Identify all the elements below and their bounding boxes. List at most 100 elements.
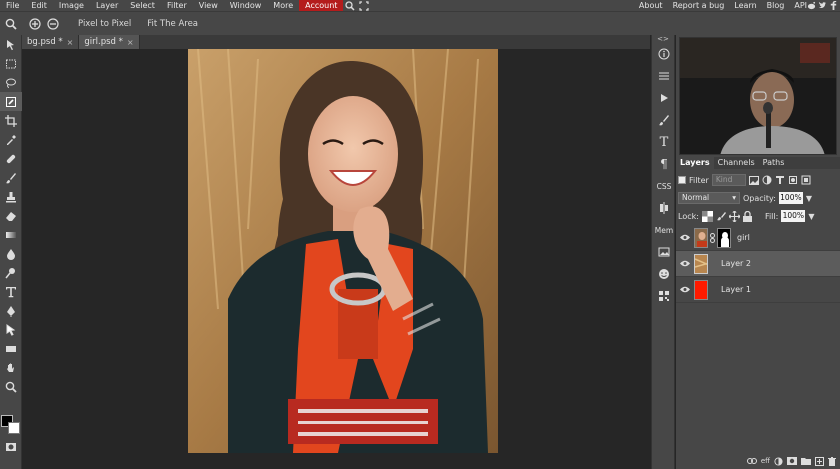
marquee-tool-icon[interactable] — [0, 54, 22, 73]
actions-play-icon[interactable] — [652, 87, 676, 109]
align-icon[interactable] — [652, 197, 676, 219]
css-panel-button[interactable]: CSS — [652, 175, 676, 197]
menu-layer[interactable]: Layer — [90, 0, 124, 11]
lock-all-icon[interactable] — [742, 210, 752, 222]
layer-row-layer-2[interactable]: Layer 2 — [676, 251, 840, 277]
collapse-toggle[interactable]: <> — [652, 35, 674, 43]
reddit-icon[interactable] — [807, 1, 816, 10]
menu-file[interactable]: File — [0, 0, 25, 11]
menu-view[interactable]: View — [193, 0, 224, 11]
type-tool-icon[interactable] — [0, 282, 22, 301]
path-select-tool-icon[interactable] — [0, 320, 22, 339]
healing-brush-tool-icon[interactable] — [0, 149, 22, 168]
layer-effects-button[interactable]: eff — [761, 457, 770, 465]
eye-icon[interactable] — [676, 286, 694, 293]
menu-window[interactable]: Window — [224, 0, 268, 11]
lock-transparency-icon[interactable] — [701, 210, 713, 222]
fill-dropdown-icon[interactable]: ▼ — [808, 212, 814, 221]
eye-icon[interactable] — [676, 260, 694, 267]
menu-blog[interactable]: Blog — [762, 0, 790, 11]
gradient-tool-icon[interactable] — [0, 225, 22, 244]
lock-position-icon[interactable] — [728, 210, 740, 222]
tab-bg-psd[interactable]: bg.psd * × — [22, 35, 80, 49]
tab-channels[interactable]: Channels — [714, 157, 759, 169]
color-swatches[interactable] — [1, 415, 21, 437]
move-tool-icon[interactable] — [0, 35, 22, 54]
filter-type-icon[interactable] — [775, 175, 785, 185]
lasso-tool-icon[interactable] — [0, 73, 22, 92]
kind-select[interactable]: Kind — [711, 174, 746, 186]
filter-shape-icon[interactable] — [788, 175, 798, 185]
menu-account[interactable]: Account — [299, 0, 344, 11]
close-icon[interactable]: × — [127, 38, 134, 47]
filter-smart-object-icon[interactable] — [801, 175, 811, 185]
memory-panel-button[interactable]: Mem — [652, 219, 676, 241]
zoom-out-icon[interactable] — [46, 17, 60, 31]
panel-icons-column: <> T ¶ CSS Mem — [651, 35, 675, 469]
image-panel-icon[interactable] — [652, 241, 676, 263]
menu-more[interactable]: More — [267, 0, 299, 11]
facebook-icon[interactable] — [829, 1, 838, 10]
close-icon[interactable]: × — [67, 38, 74, 47]
chain-link-icon[interactable] — [710, 232, 715, 243]
menu-select[interactable]: Select — [124, 0, 161, 11]
zoom-tool-icon[interactable] — [4, 17, 18, 31]
menu-learn[interactable]: Learn — [729, 0, 761, 11]
tab-paths[interactable]: Paths — [759, 157, 789, 169]
layer-mask-thumbnail[interactable] — [717, 227, 731, 248]
adjustment-layer-icon[interactable] — [774, 456, 783, 466]
eraser-tool-icon[interactable] — [0, 206, 22, 225]
fullscreen-icon[interactable] — [357, 0, 371, 11]
paragraph-icon[interactable]: ¶ — [652, 153, 676, 175]
link-layers-icon[interactable] — [746, 458, 757, 464]
menu-edit[interactable]: Edit — [25, 0, 53, 11]
tab-girl-psd[interactable]: girl.psd * × — [79, 35, 140, 49]
dodge-tool-icon[interactable] — [0, 263, 22, 282]
filter-checkbox[interactable] — [678, 176, 686, 184]
layer-row-girl[interactable]: girl — [676, 225, 840, 251]
blur-tool-icon[interactable] — [0, 244, 22, 263]
crop-tool-icon[interactable] — [0, 111, 22, 130]
menu-about[interactable]: About — [634, 0, 668, 11]
twitter-icon[interactable] — [818, 1, 827, 10]
menu-image[interactable]: Image — [53, 0, 90, 11]
brush-settings-icon[interactable] — [652, 109, 676, 131]
filter-pixel-icon[interactable] — [748, 175, 759, 185]
fit-area-button[interactable]: Fit The Area — [147, 19, 198, 29]
pixel-to-pixel-button[interactable]: Pixel to Pixel — [78, 19, 131, 29]
document-canvas-photo[interactable] — [188, 49, 498, 453]
background-color[interactable] — [8, 422, 20, 434]
qr-code-icon[interactable] — [652, 285, 676, 307]
zoom-tool-icon[interactable] — [0, 377, 22, 396]
add-mask-icon[interactable] — [787, 457, 797, 465]
character-icon[interactable]: T — [652, 131, 676, 153]
menu-filter[interactable]: Filter — [161, 0, 193, 11]
adjustments-icon[interactable] — [652, 65, 676, 87]
filter-adjustment-icon[interactable] — [762, 175, 772, 185]
new-layer-icon[interactable] — [815, 456, 824, 466]
quick-select-tool-icon[interactable] — [0, 92, 22, 111]
opacity-input[interactable]: 100% — [778, 192, 803, 204]
quick-mask-icon[interactable] — [0, 437, 22, 456]
eyedropper-tool-icon[interactable] — [0, 130, 22, 149]
hand-tool-icon[interactable] — [0, 358, 22, 377]
canvas-area[interactable] — [22, 49, 650, 469]
menu-report-bug[interactable]: Report a bug — [668, 0, 730, 11]
pen-tool-icon[interactable] — [0, 301, 22, 320]
info-icon[interactable] — [652, 43, 676, 65]
lock-pixels-icon[interactable] — [716, 211, 726, 221]
delete-layer-icon[interactable] — [828, 456, 836, 466]
fill-input[interactable]: 100% — [781, 210, 806, 222]
rectangle-tool-icon[interactable] — [0, 339, 22, 358]
tab-layers[interactable]: Layers — [676, 157, 714, 169]
clone-stamp-tool-icon[interactable] — [0, 187, 22, 206]
search-icon[interactable] — [343, 0, 357, 11]
eye-icon[interactable] — [676, 234, 694, 241]
brush-tool-icon[interactable] — [0, 168, 22, 187]
layer-row-layer-1[interactable]: Layer 1 — [676, 277, 840, 303]
zoom-in-icon[interactable] — [28, 17, 42, 31]
blend-mode-select[interactable]: Normal ▾ — [678, 192, 740, 204]
emoji-icon[interactable] — [652, 263, 676, 285]
new-group-icon[interactable] — [801, 457, 811, 465]
opacity-dropdown-icon[interactable]: ▼ — [806, 194, 812, 203]
